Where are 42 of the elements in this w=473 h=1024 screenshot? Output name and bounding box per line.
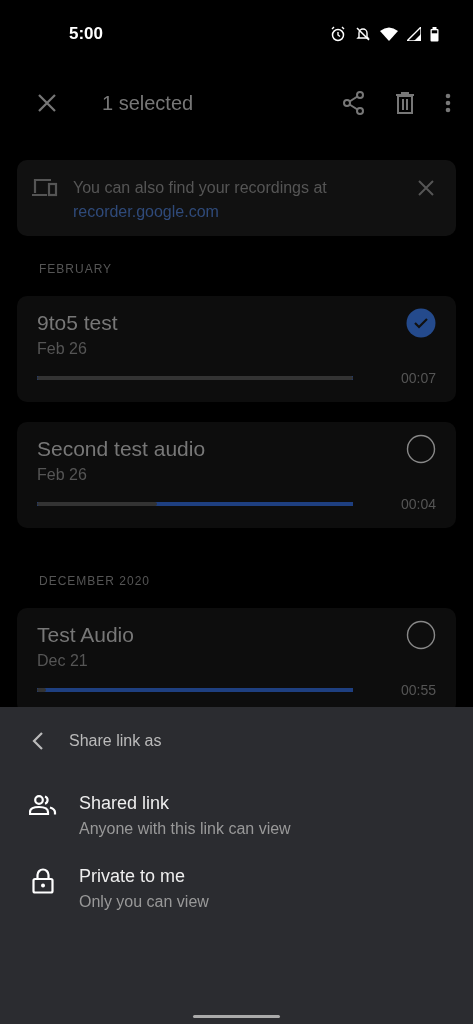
playback-track[interactable] (37, 500, 353, 508)
battery-icon (430, 26, 439, 42)
devices-icon (32, 178, 58, 198)
recording-date: Feb 26 (37, 466, 88, 484)
option-description: Only you can view (79, 893, 209, 911)
banner-text: You can also find your recordings at recorder.google.com (73, 178, 328, 222)
trash-icon (395, 92, 415, 114)
option-label: Private to me (79, 866, 187, 887)
recording-date: Feb 26 (37, 340, 88, 358)
share-icon (343, 91, 365, 115)
empty-circle-icon[interactable] (406, 620, 436, 650)
checked-circle-icon[interactable] (406, 308, 436, 338)
section-heading: FEBRUARY (38, 261, 114, 278)
signal-icon (407, 27, 421, 41)
lock-icon (29, 868, 57, 894)
wifi-icon (380, 27, 398, 41)
option-label: Shared link (79, 793, 171, 814)
close-icon (418, 180, 434, 196)
notifications-off-icon (355, 26, 371, 42)
recording-card[interactable]: Second test audio Feb 26 00:04 (17, 422, 456, 528)
status-time: 5:00 (69, 24, 104, 44)
recording-title: 9to5 test (37, 311, 118, 335)
back-icon (32, 731, 44, 751)
recording-duration: 00:04 (400, 496, 436, 512)
share-option[interactable]: Private to me Only you can view (0, 856, 473, 921)
recording-title: Test Audio (37, 623, 134, 647)
more-icon (445, 93, 451, 113)
recording-date: Dec 21 (37, 652, 89, 670)
recording-duration: 00:07 (400, 370, 436, 386)
playback-track[interactable] (37, 686, 353, 694)
recording-title: Second test audio (37, 437, 206, 461)
sheet-title: Share link as (69, 732, 162, 750)
toolbar-title: 1 selected (102, 91, 195, 115)
recording-card[interactable]: 9to5 test Feb 26 00:07 (17, 296, 456, 402)
recording-duration: 00:55 (400, 682, 436, 698)
empty-circle-icon[interactable] (406, 434, 436, 464)
people-icon (29, 795, 57, 815)
close-icon (38, 94, 56, 112)
alarm-icon (330, 26, 346, 42)
section-heading: DECEMBER 2020 (38, 573, 152, 590)
share-option[interactable]: Shared link Anyone with this link can view (0, 783, 473, 848)
option-description: Anyone with this link can view (79, 820, 291, 838)
